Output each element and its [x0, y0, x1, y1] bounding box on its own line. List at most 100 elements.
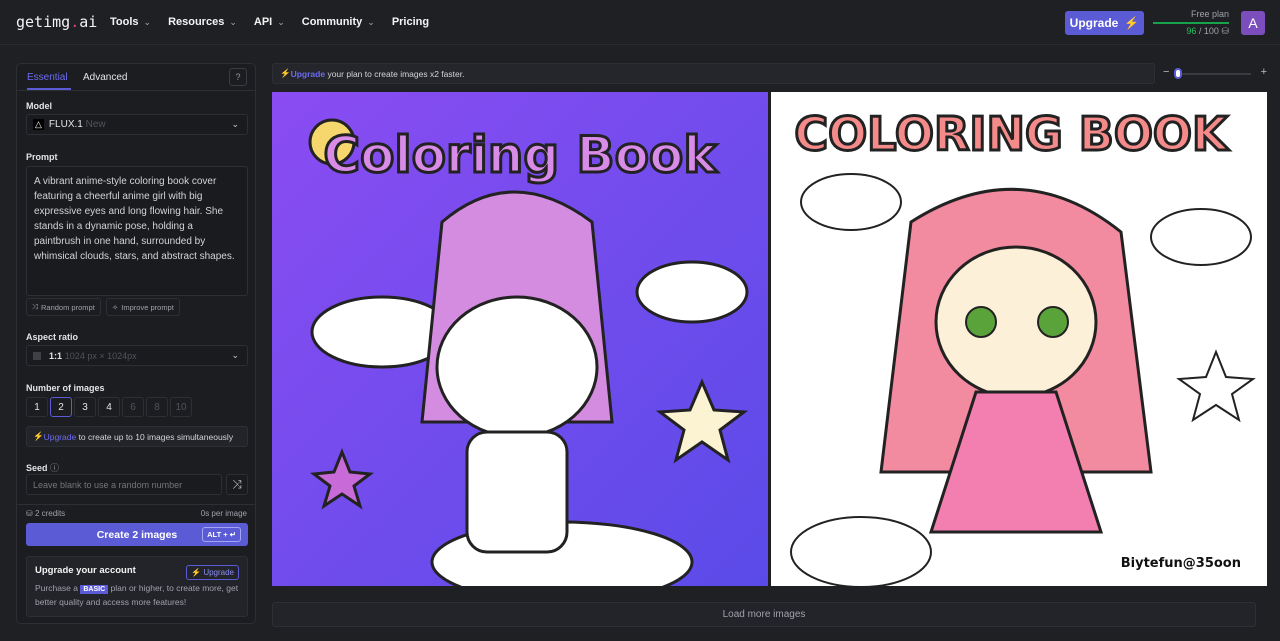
plan-label: Free plan: [1190, 9, 1229, 19]
aspect-label: Aspect ratio: [26, 332, 79, 342]
shuffle-icon: ⤨: [32, 302, 38, 311]
create-images-button[interactable]: Create 2 images ALT + ↵: [26, 523, 248, 546]
num-option-8[interactable]: 8: [146, 397, 168, 417]
shuffle-icon: ⤨: [232, 477, 242, 491]
lightning-icon: ⚡: [33, 431, 44, 441]
load-more-button[interactable]: Load more images: [272, 602, 1256, 627]
nav-resources[interactable]: Resources ⌄: [168, 16, 237, 28]
banner-upgrade-link[interactable]: Upgrade: [291, 69, 325, 79]
create-label: Create 2 images: [96, 528, 178, 541]
nav-tools[interactable]: Tools ⌄: [110, 16, 151, 28]
lightning-icon: ⚡: [280, 68, 291, 78]
improve-prompt-label: Improve prompt: [121, 302, 174, 312]
logo[interactable]: getimg.ai: [16, 13, 97, 31]
nav-label: API: [253, 16, 273, 28]
chevron-down-icon: ⌄: [231, 350, 239, 360]
tab-essential[interactable]: Essential: [27, 72, 71, 90]
lightning-icon: ⚡: [191, 568, 202, 577]
random-seed-button[interactable]: ⤨: [226, 474, 248, 495]
upgrade-link[interactable]: Upgrade: [44, 432, 77, 442]
nav-community[interactable]: Community ⌄: [302, 16, 375, 28]
credits-cost: ⛁ 2 credits: [26, 509, 65, 518]
plan-status: Free plan 96 / 100 ⛁: [1153, 9, 1229, 37]
help-icon[interactable]: ⓘ: [50, 463, 59, 473]
chevron-down-icon: ⌄: [143, 17, 152, 27]
num-option-2[interactable]: 2: [50, 397, 72, 417]
time-per-image: 0s per image: [200, 509, 247, 518]
nav-label: Community: [301, 16, 363, 28]
settings-panel: Essential Advanced ? Model △ FLUX.1 New …: [16, 63, 256, 624]
aspect-select[interactable]: 1:1 1024 px × 1024px ⌄: [26, 345, 248, 366]
top-bar: getimg.ai Tools ⌄ Resources ⌄ API ⌄ Communi…: [0, 0, 1280, 45]
num-option-6[interactable]: 6: [122, 397, 144, 417]
chevron-down-icon: ⌄: [367, 17, 375, 27]
svg-text:Coloring Book: Coloring Book: [323, 126, 718, 184]
help-icon[interactable]: ?: [229, 68, 247, 86]
improve-prompt-button[interactable]: ✧ Improve prompt: [106, 298, 180, 316]
chevron-down-icon: ⌄: [229, 17, 237, 27]
main-nav: Tools ⌄ Resources ⌄ API ⌄ Community ⌄ Pricin…: [110, 16, 429, 28]
zoom-slider[interactable]: [1179, 73, 1251, 75]
divider: [17, 504, 255, 505]
generated-image-2[interactable]: COLORING BOOK Biytefun@35oon: [771, 92, 1267, 586]
seed-input[interactable]: [26, 474, 222, 495]
zoom-slider-thumb[interactable]: [1174, 68, 1182, 79]
logo-text: getimg: [16, 13, 71, 31]
num-images-label: Number of images: [26, 383, 105, 393]
nav-label: Resources: [168, 16, 225, 28]
account-upgrade-label: Upgrade: [203, 568, 234, 577]
prompt-label: Prompt: [26, 152, 58, 162]
aspect-size: 1024 px × 1024px: [64, 350, 137, 361]
random-prompt-button[interactable]: ⤨ Random prompt: [26, 298, 101, 316]
prompt-textarea[interactable]: A vibrant anime-style coloring book cove…: [26, 166, 248, 296]
coins-icon: ⛁: [26, 509, 33, 518]
num-option-3[interactable]: 3: [74, 397, 96, 417]
avatar[interactable]: A: [1241, 11, 1265, 35]
account-text-1: Purchase a: [35, 583, 81, 593]
nav-label: Tools: [110, 16, 139, 28]
logo-tld: ai: [79, 13, 98, 31]
logo-dot: .: [70, 13, 80, 31]
basic-badge: BASIC: [80, 585, 109, 594]
tab-advanced[interactable]: Advanced: [83, 72, 127, 83]
upgrade-button[interactable]: Upgrade ⚡: [1065, 11, 1144, 35]
model-select[interactable]: △ FLUX.1 New ⌄: [26, 114, 248, 135]
num-images-group: 1 2 3 4 6 8 10: [26, 397, 192, 417]
image-watermark: Biytefun@35oon: [1121, 556, 1241, 571]
upgrade-notice-text: to create up to 10 images simultaneously: [76, 431, 234, 442]
zoom-out-button[interactable]: −: [1163, 66, 1169, 78]
chevron-down-icon: ⌄: [231, 119, 239, 129]
upgrade-label: Upgrade: [1069, 16, 1119, 30]
square-icon: [33, 351, 41, 360]
nav-label: Pricing: [391, 16, 430, 28]
credits-cost-text: 2 credits: [34, 509, 66, 518]
nav-pricing[interactable]: Pricing: [392, 16, 429, 28]
num-option-1[interactable]: 1: [26, 397, 48, 417]
zoom-control: − +: [1163, 66, 1267, 81]
lightning-icon: ⚡: [1124, 16, 1140, 30]
random-prompt-label: Random prompt: [41, 302, 95, 312]
sparkle-icon: ✧: [112, 302, 119, 312]
credits-total: / 100: [1198, 26, 1219, 36]
generated-image-1[interactable]: Coloring Book: [272, 92, 768, 586]
model-value: FLUX.1: [48, 119, 83, 130]
upgrade-account-card: Upgrade your account ⚡ Upgrade Purchase …: [26, 556, 248, 617]
panel-tabs: Essential Advanced ?: [17, 64, 255, 91]
credits-used: 96: [1186, 26, 1197, 36]
num-option-10[interactable]: 10: [170, 397, 192, 417]
seed-label-text: Seed: [26, 463, 48, 473]
chevron-down-icon: ⌄: [277, 17, 285, 27]
account-text: Purchase a BASIC plan or higher, to crea…: [35, 582, 239, 609]
account-upgrade-button[interactable]: ⚡ Upgrade: [186, 565, 239, 580]
nav-api[interactable]: API ⌄: [254, 16, 285, 28]
speed-banner: ⚡ Upgrade your plan to create images x2 f…: [272, 63, 1155, 84]
flux-logo-icon: △: [33, 119, 44, 130]
num-option-4[interactable]: 4: [98, 397, 120, 417]
zoom-in-button[interactable]: +: [1261, 66, 1267, 78]
model-badge: New: [85, 119, 106, 130]
upgrade-notice: ⚡ Upgrade to create up to 10 images simul…: [26, 426, 248, 447]
aspect-value: 1:1: [49, 350, 63, 361]
coins-icon: ⛁: [1221, 26, 1229, 36]
shortcut-hint: ALT + ↵: [202, 527, 241, 542]
seed-label: Seed ⓘ: [26, 461, 59, 474]
